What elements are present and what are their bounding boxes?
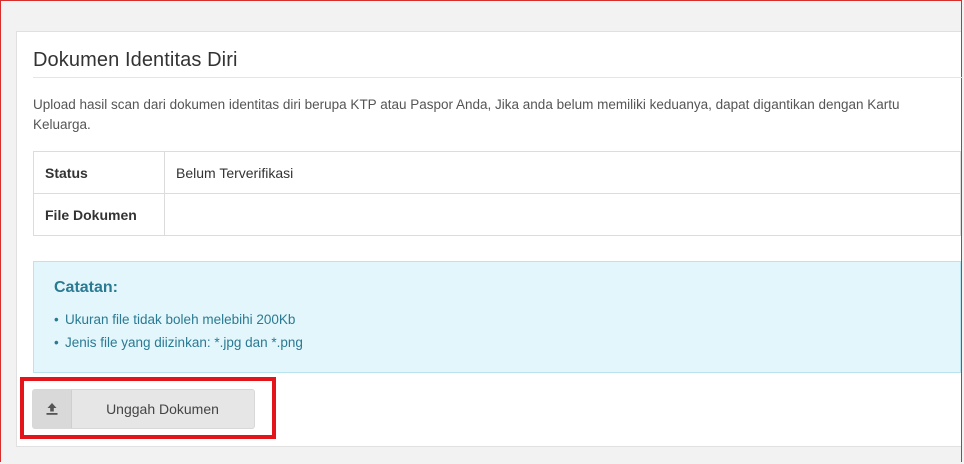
table-row: Status Belum Terverifikasi: [33, 151, 961, 194]
upload-icon[interactable]: [33, 390, 72, 428]
document-info-table: Status Belum Terverifikasi File Dokumen: [33, 151, 961, 236]
upload-document-button[interactable]: Unggah Dokumen: [32, 389, 255, 429]
file-document-value: [164, 193, 961, 236]
file-document-label: File Dokumen: [33, 193, 165, 236]
note-item-text: Jenis file yang diizinkan: *.jpg dan *.p…: [65, 335, 303, 350]
note-alert: Catatan: • Ukuran file tidak boleh melebi…: [33, 261, 961, 373]
identity-document-panel: Dokumen Identitas Diri Upload hasil scan…: [16, 31, 963, 447]
bullet-icon: •: [54, 312, 59, 327]
list-item: • Jenis file yang diizinkan: *.jpg dan *.…: [54, 331, 303, 354]
bullet-icon: •: [54, 335, 59, 350]
title-divider: [33, 77, 963, 78]
status-label: Status: [33, 151, 165, 194]
note-item-text: Ukuran file tidak boleh melebihi 200Kb: [65, 312, 296, 327]
status-value: Belum Terverifikasi: [164, 151, 961, 194]
panel-title: Dokumen Identitas Diri: [33, 49, 238, 71]
list-item: • Ukuran file tidak boleh melebihi 200Kb: [54, 308, 303, 331]
panel-description: Upload hasil scan dari dokumen identitas…: [33, 97, 900, 132]
upload-button-label[interactable]: Unggah Dokumen: [71, 390, 254, 428]
note-list: • Ukuran file tidak boleh melebihi 200Kb …: [54, 308, 303, 354]
table-row: File Dokumen: [33, 193, 961, 236]
note-title: Catatan:: [54, 279, 119, 296]
